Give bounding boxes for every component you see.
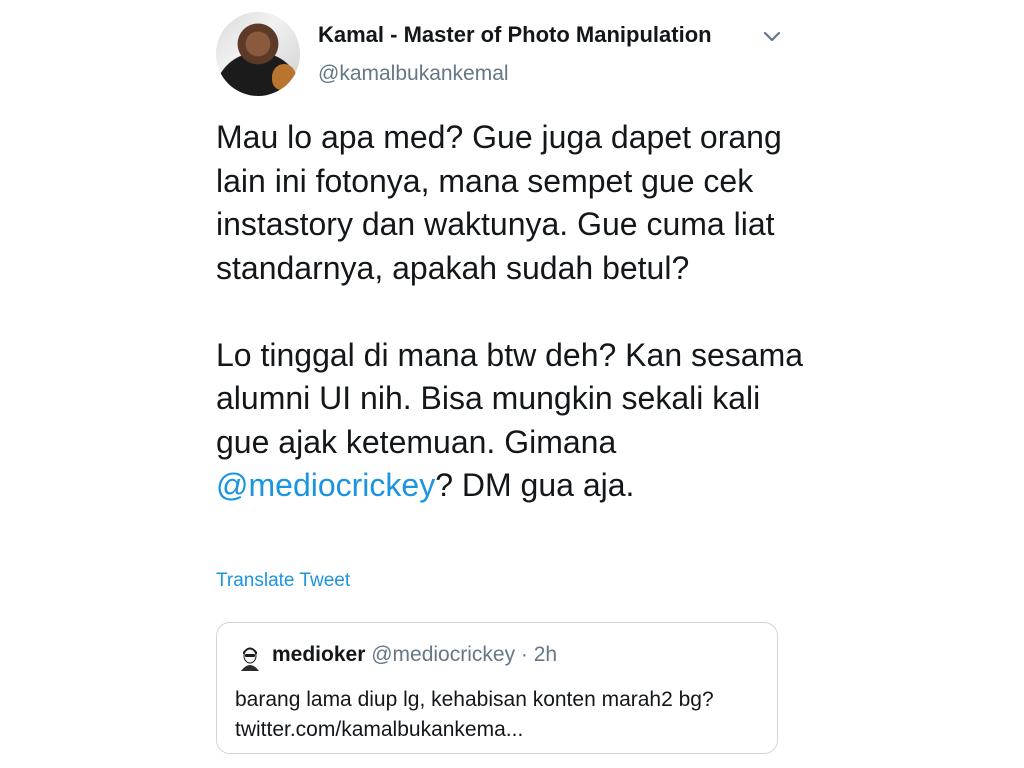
chevron-down-icon[interactable] xyxy=(760,24,784,48)
quoted-timestamp[interactable]: 2h xyxy=(534,643,557,666)
quoted-author-handle[interactable]: @mediocrickey xyxy=(371,643,515,666)
quoted-tweet-header: medioker @mediocrickey · 2h xyxy=(272,643,557,667)
tweet-paragraph-1: Mau lo apa med? Gue juga dapet orang lai… xyxy=(216,119,782,286)
quoted-tweet-card[interactable]: medioker @mediocrickey · 2h barang lama … xyxy=(216,622,778,754)
author-avatar[interactable] xyxy=(216,12,300,96)
quoted-tweet-link[interactable]: twitter.com/kamalbukankema... xyxy=(235,715,765,745)
quoted-author-avatar[interactable] xyxy=(235,641,265,671)
author-handle[interactable]: @kamalbukankemal xyxy=(318,62,509,86)
quoted-separator: · xyxy=(515,643,534,666)
quoted-author-name[interactable]: medioker xyxy=(272,643,365,666)
author-display-name[interactable]: Kamal - Master of Photo Manipulation xyxy=(318,22,712,48)
mention-link[interactable]: @mediocrickey xyxy=(216,467,435,503)
tweet-paragraph-2-prefix: Lo tinggal di mana btw deh? Kan sesama a… xyxy=(216,336,804,460)
tweet-paragraph-2: Lo tinggal di mana btw deh? Kan sesama a… xyxy=(216,334,816,508)
tweet-text: Mau lo apa med? Gue juga dapet orang lai… xyxy=(216,116,816,508)
quoted-tweet-text: barang lama diup lg, kehabisan konten ma… xyxy=(235,688,714,711)
avatar-pet xyxy=(272,64,296,90)
tweet-paragraph-2-suffix: ? DM gua aja. xyxy=(435,467,635,503)
translate-tweet-link[interactable]: Translate Tweet xyxy=(216,570,350,592)
quoted-tweet-body: barang lama diup lg, kehabisan konten ma… xyxy=(235,685,765,745)
